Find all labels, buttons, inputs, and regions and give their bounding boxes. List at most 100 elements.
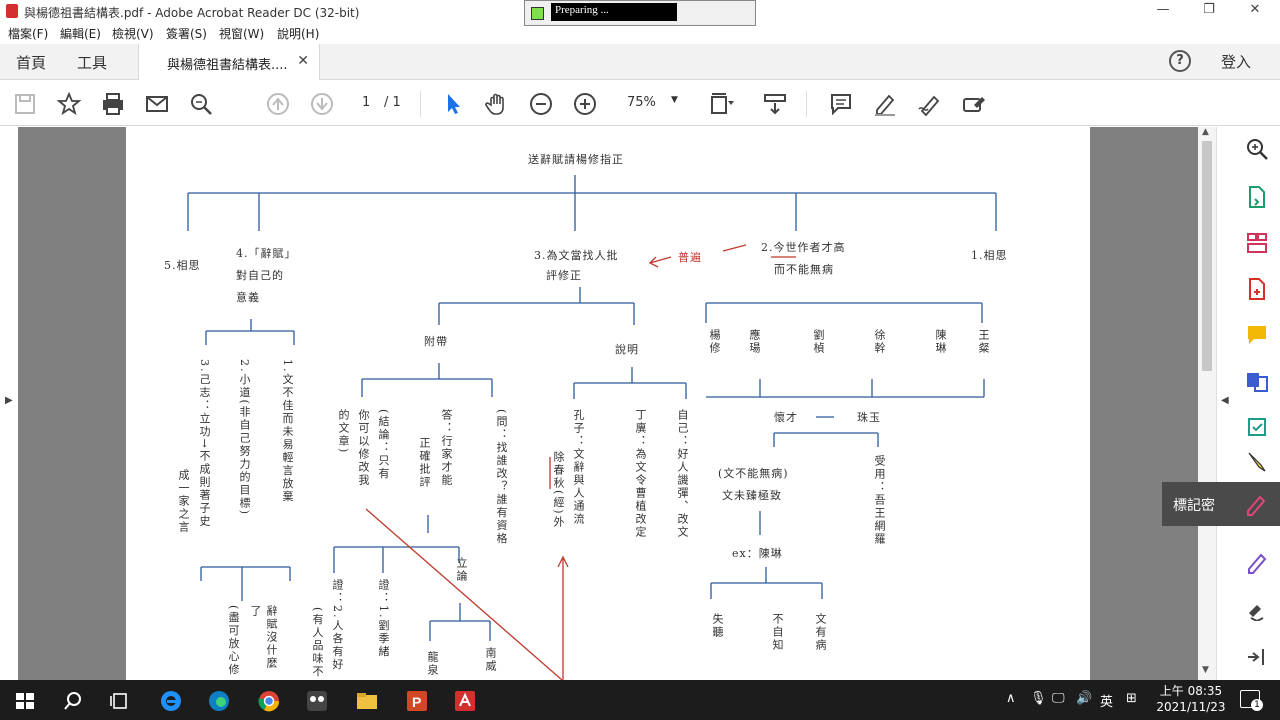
pdf-page: 送辭賦請楊修指正 5.相思 4.「辭賦」 對自己的 意義 3.為文當找人批 評修… <box>126 127 1090 680</box>
scroll-mode-icon[interactable] <box>762 91 788 117</box>
menu-sign[interactable]: 簽署(S) <box>166 25 207 42</box>
next-page-icon[interactable] <box>309 91 335 117</box>
comment-panel-icon[interactable] <box>1245 323 1269 347</box>
save-icon[interactable] <box>12 91 38 117</box>
menu-view[interactable]: 檢視(V) <box>112 25 154 42</box>
combine-files-icon[interactable] <box>1245 369 1269 393</box>
scroll-down-icon[interactable]: ▼ <box>1202 665 1209 675</box>
page-number-input[interactable]: 1 <box>362 95 370 110</box>
scroll-up-icon[interactable]: ▲ <box>1202 127 1209 137</box>
acrobat-taskbar-icon[interactable] <box>452 688 478 714</box>
select-cursor-icon[interactable] <box>440 91 466 117</box>
node-4-bottom1: 辭賦沒什麼了 <box>249 605 278 670</box>
node-4-line1: 4.「辭賦」 <box>236 247 297 260</box>
tab-bar: 首頁 工具 與楊德祖書結構表.... ✕ <box>0 44 1280 80</box>
node-4-line3: 意義 <box>236 291 260 304</box>
node-wb1: (文不能無病) <box>718 467 789 480</box>
tab-tools[interactable]: 工具 <box>77 52 107 73</box>
document-tab-label: 與楊德祖書結構表.... <box>167 58 288 73</box>
menu-edit[interactable]: 編輯(E) <box>60 25 101 42</box>
toolbar-divider <box>420 91 421 117</box>
send-for-review-icon[interactable] <box>1245 415 1269 439</box>
highlight-pen-icon[interactable] <box>872 91 898 117</box>
node-z2b: (有人品味不 <box>311 607 324 679</box>
fit-page-icon[interactable] <box>708 91 734 117</box>
zoom-out-icon[interactable] <box>528 91 554 117</box>
menu-window[interactable]: 視窗(W) <box>219 25 264 42</box>
node-s2: 丁廙：為文令曹植改定 <box>634 409 647 539</box>
taskbar-search-icon[interactable] <box>60 688 86 714</box>
node-c3: 文有病 <box>814 613 827 652</box>
node-f3: (結論：只有 <box>377 409 390 481</box>
chrome-browser-icon[interactable] <box>256 688 282 714</box>
writer-chenlin: 陳琳 <box>934 329 947 355</box>
microphone-icon[interactable]: 🎙 <box>1030 691 1047 706</box>
node-shuoming: 說明 <box>615 343 639 356</box>
node-f6: (問：找誰改？誰有資格 <box>495 409 508 546</box>
task-view-icon[interactable] <box>106 688 132 714</box>
more-tools-icon[interactable] <box>1245 597 1269 623</box>
email-icon[interactable] <box>144 91 170 117</box>
expand-left-panel-icon[interactable]: ▶ <box>5 395 13 406</box>
sign-pen-icon[interactable] <box>916 91 942 117</box>
preparing-label: Preparing ... <box>551 3 677 21</box>
language-indicator[interactable]: 英 <box>1100 691 1113 710</box>
create-pdf-icon[interactable] <box>1245 277 1269 301</box>
panel-collapse-icon[interactable] <box>1245 645 1269 669</box>
help-icon[interactable]: ? <box>1169 50 1191 72</box>
node-shouyong: 受用：吾王網羅 <box>873 455 886 546</box>
markup-tooltip: 標記密 <box>1162 482 1280 526</box>
volume-icon[interactable]: 🔊 <box>1076 691 1092 706</box>
internet-explorer-icon[interactable] <box>158 688 184 714</box>
tools-fill-sign-icon[interactable] <box>960 91 986 117</box>
zoom-search-icon[interactable] <box>1245 137 1269 161</box>
hand-tool-icon[interactable] <box>484 91 510 117</box>
file-explorer-icon[interactable] <box>354 688 380 714</box>
tab-document[interactable]: 與楊德祖書結構表.... ✕ <box>138 44 320 80</box>
menu-help[interactable]: 說明(H) <box>277 25 319 42</box>
window-title: 與楊德祖書結構表.pdf - Adobe Acrobat Reader DC (… <box>24 6 360 20</box>
ime-icon[interactable]: ⊞ <box>1126 691 1137 706</box>
prev-page-icon[interactable] <box>265 91 291 117</box>
print-icon[interactable] <box>100 91 126 117</box>
owl-app-icon[interactable] <box>304 688 330 714</box>
edge-browser-icon[interactable] <box>206 688 232 714</box>
clock[interactable]: 上午 08:35 2021/11/23 <box>1148 683 1234 715</box>
zoom-select[interactable]: 75% ▼ <box>617 90 687 116</box>
login-button[interactable]: 登入 <box>1221 51 1251 72</box>
node-c2: 不自知 <box>771 613 784 652</box>
network-icon[interactable]: 🖵 <box>1052 691 1065 706</box>
vertical-scrollbar[interactable]: ▲ ▼ <box>1198 127 1216 680</box>
restore-button[interactable]: ❐ <box>1194 2 1224 17</box>
tooltip-label: 標記密 <box>1173 498 1215 514</box>
clock-time: 上午 08:35 <box>1159 684 1223 698</box>
menu-file[interactable]: 檔案(F) <box>8 25 48 42</box>
node-longquan: 龍泉 <box>426 651 439 677</box>
bookmark-star-icon[interactable] <box>56 91 82 117</box>
scroll-thumb[interactable] <box>1202 141 1212 371</box>
zoom-in-icon[interactable] <box>572 91 598 117</box>
fill-sign-icon[interactable] <box>1245 551 1269 575</box>
windows-start-icon[interactable] <box>12 688 38 714</box>
close-tab-icon[interactable]: ✕ <box>297 53 309 69</box>
comment-icon[interactable] <box>828 91 854 117</box>
document-viewport[interactable]: 送辭賦請楊修指正 5.相思 4.「辭賦」 對自己的 意義 3.為文當找人批 評修… <box>18 127 1198 680</box>
minimize-button[interactable]: — <box>1148 2 1178 17</box>
writer-yingyang: 應瑒 <box>748 329 761 355</box>
powerpoint-icon[interactable]: P <box>404 688 430 714</box>
node-ex: ex：陳琳 <box>732 547 783 560</box>
collapse-right-panel-icon[interactable]: ◀ <box>1221 395 1229 406</box>
node-4-line2: 對自己的 <box>236 269 284 282</box>
tray-expand-icon[interactable]: ∧ <box>1006 691 1016 706</box>
export-pdf-icon[interactable] <box>1245 185 1269 209</box>
notification-icon[interactable]: 1 <box>1240 690 1263 711</box>
tab-home[interactable]: 首頁 <box>16 52 46 73</box>
node-4-3: 3.己志：立功→不成則著子史 <box>198 359 211 528</box>
close-window-button[interactable]: ✕ <box>1240 2 1270 17</box>
page-total: / 1 <box>384 95 401 110</box>
organize-pages-icon[interactable] <box>1245 231 1269 255</box>
node-4-2: 2.小道(非自己努力的目標) <box>238 359 251 517</box>
clock-date: 2021/11/23 <box>1156 700 1226 714</box>
search-icon[interactable] <box>188 91 214 117</box>
node-nanwei: 南威 <box>484 647 497 673</box>
